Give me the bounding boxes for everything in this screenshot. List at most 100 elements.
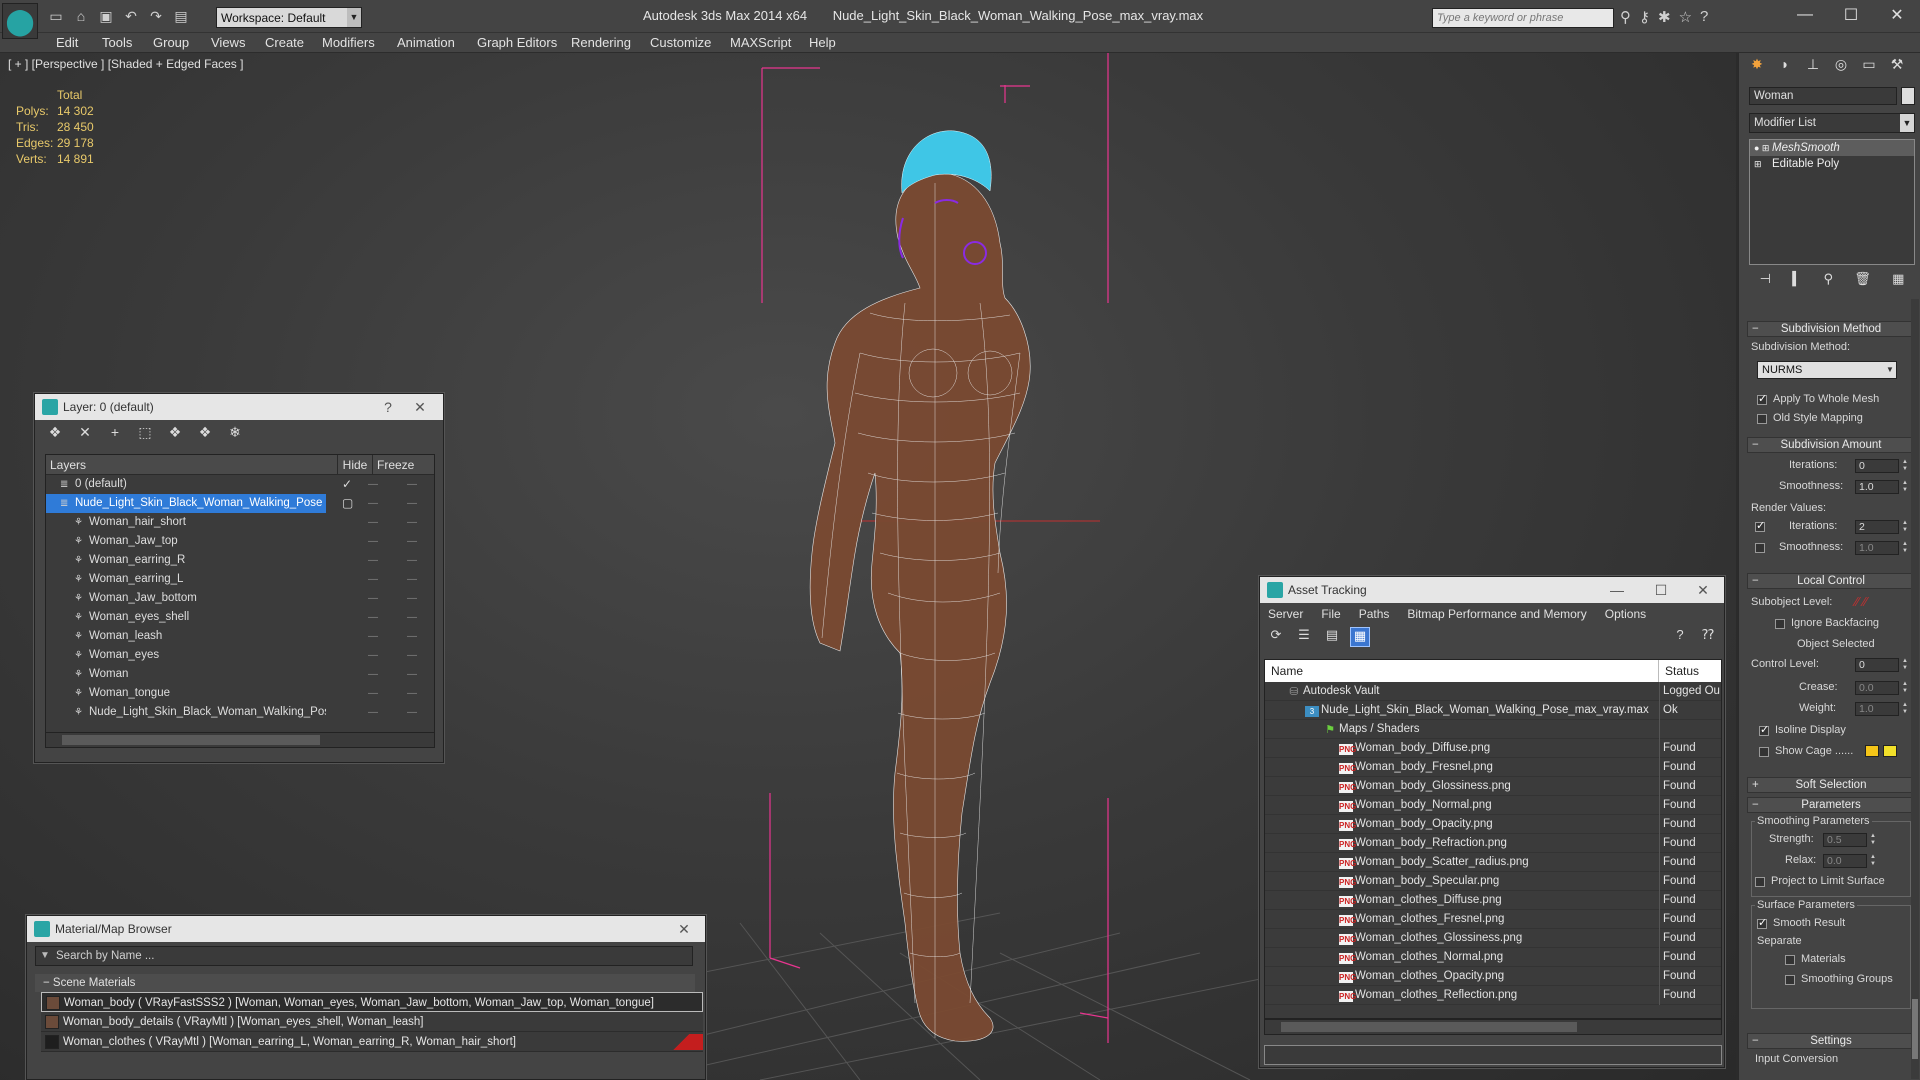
menu-animation[interactable]: Animation bbox=[397, 35, 455, 50]
maximize-button[interactable]: ☐ bbox=[1828, 0, 1874, 30]
spinner-arrows-icon[interactable]: ▲ ▼ bbox=[1869, 854, 1877, 868]
menu-edit[interactable]: Edit bbox=[56, 35, 78, 50]
search-input[interactable]: Type a keyword or phrase bbox=[1432, 8, 1614, 28]
asset-row[interactable]: PNGWoman_clothes_Fresnel.png Found bbox=[1265, 910, 1721, 929]
col-layers[interactable]: Layers bbox=[46, 455, 338, 474]
smoothness-spinner[interactable]: 1.0 bbox=[1855, 480, 1899, 494]
hide-toggle[interactable]: — bbox=[368, 665, 378, 684]
scrollbar-thumb[interactable] bbox=[62, 735, 320, 745]
layer-name-cell[interactable]: ⚘ Nude_Light_Skin_Black_Woman_Walking_Pos… bbox=[46, 703, 326, 722]
pin-stack-icon[interactable]: ⊣ bbox=[1760, 271, 1771, 295]
project-folder-icon[interactable]: ▤ bbox=[171, 6, 191, 26]
old-style-mapping-checkbox[interactable] bbox=[1757, 414, 1767, 424]
layer-row[interactable]: ≣ Nude_Light_Skin_Black_Woman_Walking_Pos… bbox=[46, 494, 434, 513]
hierarchy-tab-icon[interactable]: ⊥ bbox=[1801, 56, 1825, 76]
cage-color-swatch[interactable] bbox=[1865, 745, 1879, 757]
asset-row[interactable]: PNGWoman_body_Glossiness.png Found bbox=[1265, 777, 1721, 796]
horizontal-scrollbar[interactable] bbox=[45, 732, 435, 748]
layer-row[interactable]: ⚘ Woman_earring_L — — bbox=[46, 570, 434, 589]
table-view-icon[interactable]: ▦ bbox=[1350, 627, 1370, 647]
render-smoothness-checkbox[interactable] bbox=[1755, 543, 1765, 553]
render-smoothness-spinner[interactable]: 1.0 bbox=[1855, 541, 1899, 555]
redo-icon[interactable]: ↷ bbox=[146, 6, 166, 26]
asset-row[interactable]: 3 Nude_Light_Skin_Black_Woman_Walking_Pos… bbox=[1265, 701, 1721, 720]
close-button[interactable]: ✕ bbox=[669, 916, 699, 942]
hide-toggle[interactable]: — bbox=[368, 608, 378, 627]
close-button[interactable]: ✕ bbox=[1874, 0, 1920, 30]
select-objects-icon[interactable]: ⬚ bbox=[135, 424, 155, 442]
render-iterations-spinner[interactable]: 2 bbox=[1855, 520, 1899, 534]
rollout-parameters[interactable]: − Parameters bbox=[1747, 797, 1915, 813]
star-icon[interactable]: ☆ bbox=[1679, 8, 1692, 26]
options-triangle-icon[interactable]: ▼ bbox=[40, 947, 50, 965]
material-row[interactable]: Woman_clothes ( VRayMtl ) [Woman_earring… bbox=[41, 1032, 703, 1052]
render-iterations-checkbox[interactable] bbox=[1755, 519, 1765, 532]
layer-name-cell[interactable]: ⚘ Woman_hair_short bbox=[46, 513, 326, 532]
layer-name-cell[interactable]: ⚘ Woman_Jaw_top bbox=[46, 532, 326, 551]
undo-icon[interactable]: ↶ bbox=[121, 6, 141, 26]
delete-layer-icon[interactable]: ✕ bbox=[75, 424, 95, 442]
rollout-soft-selection[interactable]: + Soft Selection bbox=[1747, 777, 1915, 793]
hide-toggle[interactable]: — bbox=[368, 570, 378, 589]
exchange-icon[interactable]: ✱ bbox=[1658, 8, 1671, 26]
scrollbar-thumb[interactable] bbox=[1281, 1022, 1577, 1032]
layer-row[interactable]: ⚘ Woman_earring_R — — bbox=[46, 551, 434, 570]
isoline-display-checkbox[interactable] bbox=[1759, 723, 1769, 736]
maximize-button[interactable]: ☐ bbox=[1646, 577, 1676, 603]
modifier-list-dropdown[interactable]: Modifier List ▼ bbox=[1749, 113, 1915, 133]
asset-row[interactable]: PNGWoman_clothes_Diffuse.png Found bbox=[1265, 891, 1721, 910]
asset-row[interactable]: PNGWoman_body_Specular.png Found bbox=[1265, 872, 1721, 891]
layer-row[interactable]: ≣ 0 (default) ✓ — — bbox=[46, 475, 434, 494]
minimize-button[interactable]: — bbox=[1602, 577, 1632, 603]
layer-row[interactable]: ⚘ Nude_Light_Skin_Black_Woman_Walking_Pos… bbox=[46, 703, 434, 722]
workspace-dropdown[interactable]: Workspace: Default ▼ bbox=[216, 7, 362, 28]
layer-name-cell[interactable]: ⚘ Woman bbox=[46, 665, 326, 684]
freeze-all-icon[interactable]: ❄ bbox=[225, 424, 245, 442]
scrollbar-thumb[interactable] bbox=[1912, 999, 1918, 1059]
show-cage-checkbox[interactable] bbox=[1759, 747, 1769, 757]
asset-row[interactable]: PNGWoman_body_Refraction.png Found bbox=[1265, 834, 1721, 853]
hide-toggle[interactable]: — bbox=[368, 589, 378, 608]
asset-row[interactable]: PNGWoman_body_Scatter_radius.png Found bbox=[1265, 853, 1721, 872]
asset-row[interactable]: PNGWoman_body_Opacity.png Found bbox=[1265, 815, 1721, 834]
ignore-backfacing-checkbox[interactable] bbox=[1775, 619, 1785, 629]
separate-materials-checkbox[interactable] bbox=[1785, 955, 1795, 965]
freeze-toggle[interactable]: — bbox=[407, 608, 417, 627]
vertex-level-icon[interactable]: ⁄⁄ ⁄⁄ bbox=[1855, 594, 1867, 609]
spinner-arrows-icon[interactable]: ▲ ▼ bbox=[1901, 541, 1909, 555]
relax-spinner[interactable]: 0.0 bbox=[1823, 854, 1867, 868]
help-icon[interactable]: ? bbox=[1670, 627, 1690, 647]
save-icon[interactable]: ▣ bbox=[96, 6, 116, 26]
layer-name-cell[interactable]: ⚘ Woman_eyes_shell bbox=[46, 608, 326, 627]
rollout-subdivision-amount[interactable]: − Subdivision Amount bbox=[1747, 437, 1915, 453]
layer-row[interactable]: ⚘ Woman_eyes — — bbox=[46, 646, 434, 665]
spinner-arrows-icon[interactable]: ▲ ▼ bbox=[1901, 480, 1909, 494]
layer-name-cell[interactable]: ≣ 0 (default) bbox=[46, 475, 326, 494]
layer-name-cell[interactable]: ⚘ Woman_tongue bbox=[46, 684, 326, 703]
rollout-local-control[interactable]: − Local Control bbox=[1747, 573, 1915, 589]
layer-name-cell[interactable]: ≣ Nude_Light_Skin_Black_Woman_Walking_Pos… bbox=[46, 494, 326, 513]
layer-name-cell[interactable]: ⚘ Woman_eyes bbox=[46, 646, 326, 665]
menu-server[interactable]: Server bbox=[1268, 607, 1303, 625]
close-button[interactable]: ✕ bbox=[405, 394, 435, 420]
menu-group[interactable]: Group bbox=[153, 35, 189, 50]
open-file-icon[interactable]: ⌂ bbox=[71, 6, 91, 26]
close-button[interactable]: ✕ bbox=[1688, 577, 1718, 603]
add-to-layer-icon[interactable]: + bbox=[105, 424, 125, 442]
tree-view-icon[interactable]: ▤ bbox=[1322, 627, 1342, 647]
freeze-toggle[interactable]: — bbox=[407, 494, 417, 513]
freeze-toggle[interactable]: — bbox=[407, 684, 417, 703]
minimize-button[interactable]: — bbox=[1782, 0, 1828, 30]
material-browser-titlebar[interactable]: Material/Map Browser ✕ bbox=[27, 916, 705, 942]
stack-item-meshsmooth[interactable]: ● ⊞ MeshSmooth bbox=[1750, 140, 1914, 156]
asset-row[interactable]: PNGWoman_body_Diffuse.png Found bbox=[1265, 739, 1721, 758]
material-search-input[interactable]: ▼ Search by Name ... bbox=[35, 946, 693, 966]
rollout-settings[interactable]: − Settings bbox=[1747, 1033, 1915, 1049]
asset-row[interactable]: PNGWoman_clothes_Glossiness.png Found bbox=[1265, 929, 1721, 948]
motion-tab-icon[interactable]: ◎ bbox=[1829, 56, 1853, 76]
create-layer-icon[interactable]: ❖ bbox=[45, 424, 65, 442]
hide-toggle[interactable]: — bbox=[368, 532, 378, 551]
layer-row[interactable]: ⚘ Woman_leash — — bbox=[46, 627, 434, 646]
stack-item-editable-poly[interactable]: ⊞ Editable Poly bbox=[1750, 156, 1914, 172]
configure-sets-icon[interactable]: ▦ bbox=[1892, 271, 1904, 295]
